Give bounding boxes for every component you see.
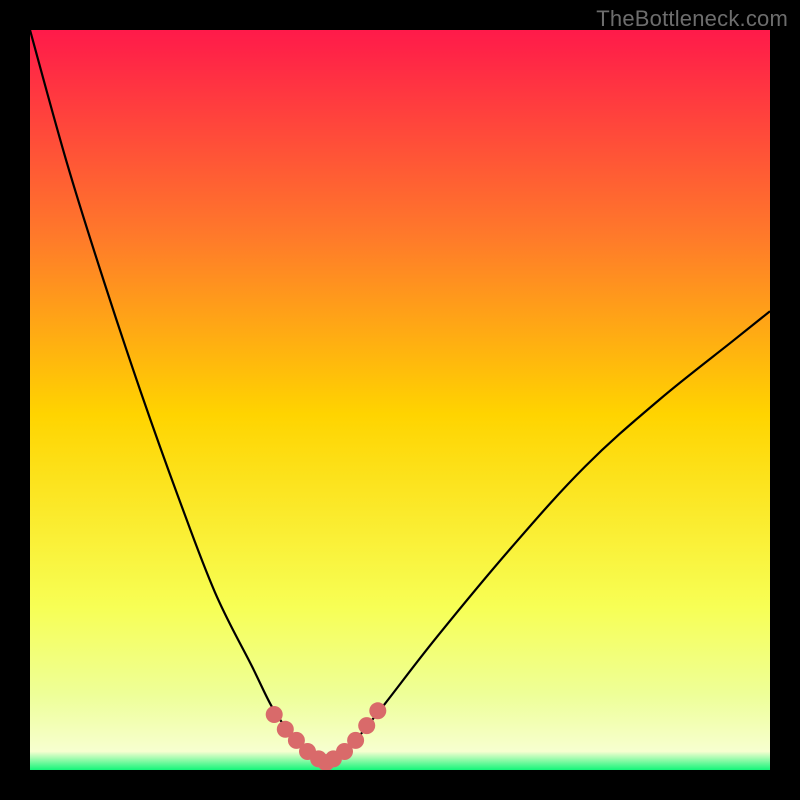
chart-svg (30, 30, 770, 770)
highlight-marker (369, 702, 386, 719)
highlight-marker (347, 732, 364, 749)
attribution-text: TheBottleneck.com (596, 6, 788, 32)
plot-area (30, 30, 770, 770)
chart-frame: TheBottleneck.com (0, 0, 800, 800)
highlight-marker (266, 706, 283, 723)
highlight-marker (358, 717, 375, 734)
